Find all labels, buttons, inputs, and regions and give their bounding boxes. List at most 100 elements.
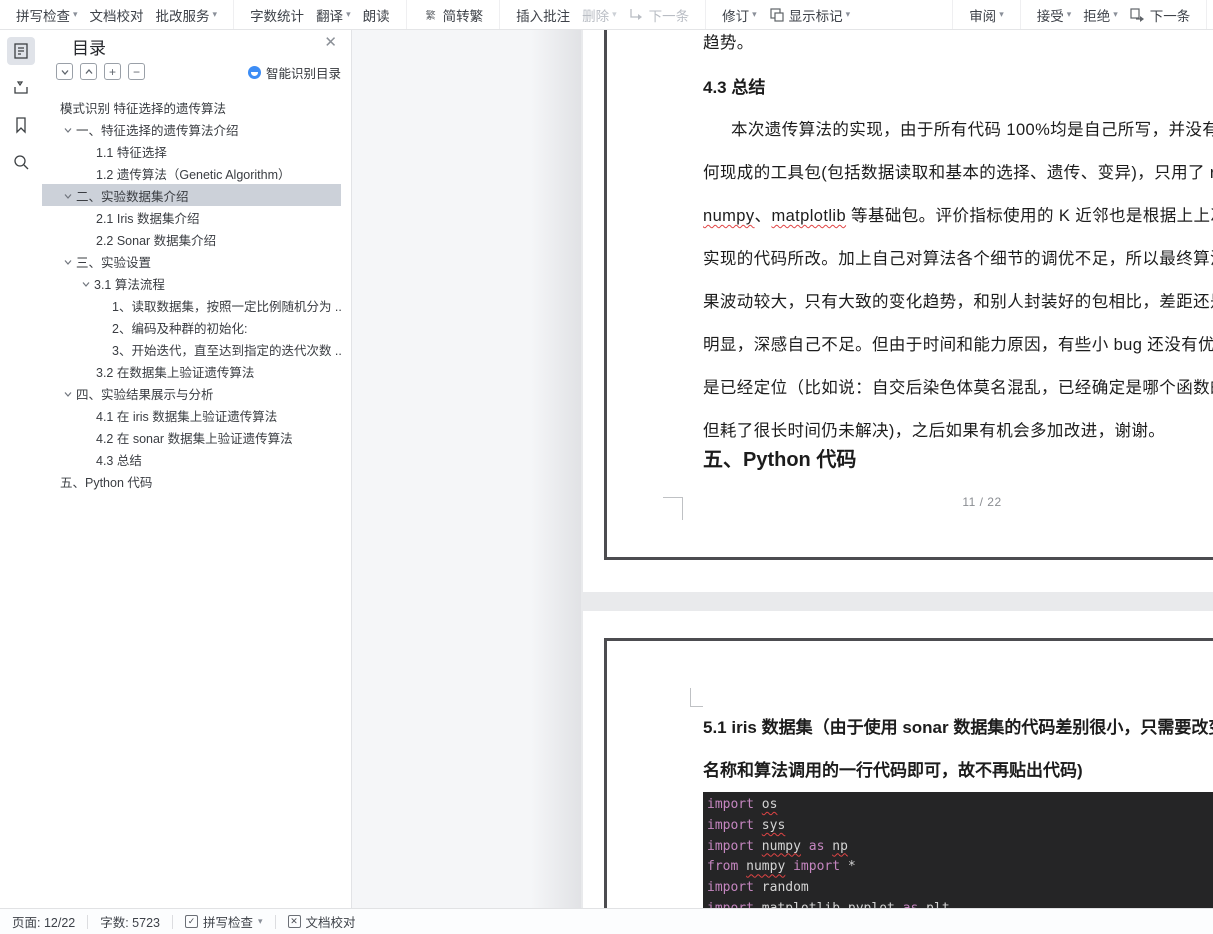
chevron-down-icon: ▾	[258, 916, 263, 926]
toc-item-label: 2.1 Iris 数据集介绍	[96, 211, 200, 226]
heading-line: 5.1 iris 数据集（由于使用 sonar 数据集的代码差别很小，只需要改变	[703, 718, 1213, 737]
chevron-down-icon[interactable]	[60, 255, 76, 267]
toc-item-label: 3.2 在数据集上验证遗传算法	[96, 365, 255, 380]
toc-item-label: 2、编码及种群的初始化:	[112, 321, 248, 336]
review-toolbar: 拼写检查 ▾ 文档校对 批改服务 ▾ 字数统计 翻译 ▾ 朗读繁简转繁 插入批注 删除 ▾ 下一条 修订 ▾…	[0, 0, 1213, 30]
chevron-down-icon[interactable]	[60, 123, 76, 135]
toc-item[interactable]: 4.1 在 iris 数据集上验证遗传算法	[42, 404, 341, 426]
paragraph-line: 明显，深感自己不足。但由于时间和能力原因，有些小 bug 还没有优化	[703, 336, 1213, 354]
sidebar-icon-rail	[0, 30, 42, 908]
spellcheck-toggle[interactable]: ✓ 拼写检查 ▾	[173, 914, 276, 930]
toolbar-group: 接受 ▾ 拒绝 ▾ 下一条	[1021, 0, 1208, 29]
chevron-down-icon: ▾	[346, 9, 351, 19]
toc-item[interactable]: 2.1 Iris 数据集介绍	[42, 206, 341, 228]
zoom-in-button[interactable]: +	[104, 63, 121, 80]
toc-item[interactable]: 二、实验数据集介绍	[42, 184, 341, 206]
code-line: from numpy import *	[707, 859, 856, 875]
toc-item[interactable]: 4.2 在 sonar 数据集上验证遗传算法	[42, 426, 341, 448]
toc-item[interactable]: 2.2 Sonar 数据集介绍	[42, 228, 341, 250]
markup-icon	[769, 7, 785, 23]
toolbar-button[interactable]: 批改服务 ▾	[156, 5, 218, 25]
toc-item-label: 一、特征选择的遗传算法介绍	[76, 123, 239, 138]
toc-panel-icon[interactable]	[7, 37, 35, 65]
proofread-button[interactable]: ✕ 文档校对	[276, 915, 368, 930]
status-bar: 页面: 12/22 字数: 5723 ✓ 拼写检查 ▾ ✕ 文档校对	[0, 908, 1213, 934]
paragraph-line: 趋势。	[703, 34, 754, 52]
toc-item[interactable]: 五、Python 代码	[42, 470, 341, 492]
toc-item[interactable]: 4.3 总结	[42, 448, 341, 470]
toolbar-group: 比较▾	[1207, 0, 1213, 29]
document-view[interactable]: 趋势。 4.3 总结 本次遗传算法的实现，由于所有代码 100%均是自己所写，并…	[352, 30, 1213, 908]
toc-item[interactable]: 一、特征选择的遗传算法介绍	[42, 118, 341, 140]
toolbar-button-label: 翻译	[316, 8, 344, 24]
toc-item-label: 五、Python 代码	[60, 475, 153, 490]
smart-toc-button[interactable]: 智能识别目录	[247, 63, 341, 82]
toolbar-button-label: 拼写检查	[16, 8, 70, 24]
chevron-down-icon[interactable]	[78, 277, 94, 289]
toolbar-button[interactable]: 拒绝 ▾	[1083, 5, 1118, 25]
toc-item-label: 2.2 Sonar 数据集介绍	[96, 233, 217, 248]
toolbar-button[interactable]: 接受 ▾	[1037, 5, 1072, 25]
bookmark-icon[interactable]	[7, 111, 35, 139]
toc-item-label: 1.2 遗传算法（Genetic Algorithm）	[96, 167, 291, 182]
toc-item[interactable]: 1.2 遗传算法（Genetic Algorithm）	[42, 162, 341, 184]
toolbar-group: 插入批注 删除 ▾ 下一条	[500, 0, 707, 29]
toc-item-label: 4.3 总结	[96, 453, 142, 468]
section-heading-5-1: 5.1 iris 数据集（由于使用 sonar 数据集的代码差别很小，只需要改变…	[703, 706, 1213, 792]
toolbar-button[interactable]: 文档校对	[90, 5, 144, 25]
code-line: import numpy as np	[707, 838, 848, 854]
toolbar-button-label: 批改服务	[155, 8, 210, 24]
toolbar-button[interactable]: 繁简转繁	[423, 5, 484, 25]
checkbox-checked-icon: ✓	[185, 915, 198, 928]
paragraph-line: 本次遗传算法的实现，由于所有代码 100%均是自己所写，并没有使	[731, 121, 1213, 139]
heading-line: 名称和算法调用的一行代码即可，故不再贴出代码)	[703, 761, 1083, 780]
toolbar-button[interactable]: 翻译 ▾	[316, 5, 351, 25]
toolbar-group: 修订 ▾ 显示标记 ▾	[706, 0, 954, 29]
toc-item[interactable]: 3.1 算法流程	[42, 272, 341, 294]
chevron-down-icon: ▾	[1066, 9, 1072, 19]
toc-item-label: 4.2 在 sonar 数据集上验证遗传算法	[96, 431, 293, 446]
toc-item[interactable]: 1.1 特征选择	[42, 140, 341, 162]
toolbar-button[interactable]: 朗读	[363, 5, 390, 25]
toc-item-label: 4.1 在 iris 数据集上验证遗传算法	[96, 409, 278, 424]
chevron-down-icon[interactable]	[60, 387, 76, 399]
toc-item[interactable]: 3、开始迭代，直至达到指定的迭代次数 ...	[42, 338, 341, 360]
collapse-button[interactable]	[56, 63, 73, 80]
chevron-down-icon[interactable]	[60, 189, 76, 201]
toolbar-button[interactable]: 修订 ▾	[722, 5, 757, 25]
toolbar-group: 字数统计 翻译 ▾ 朗读	[234, 0, 407, 29]
zoom-out-button[interactable]: −	[128, 63, 145, 80]
toolbar-button[interactable]: 字数统计	[250, 5, 304, 25]
toc-item-label: 3、开始迭代，直至达到指定的迭代次数 ...	[112, 343, 341, 358]
expand-button[interactable]	[80, 63, 97, 80]
toc-toolbar: + −	[56, 63, 152, 80]
annotation-icon[interactable]	[7, 74, 35, 102]
paragraph-line: 实现的代码所改。加上自己对算法各个细节的调优不足，所以最终算法	[703, 250, 1213, 268]
toolbar-button[interactable]: 下一条	[1130, 5, 1191, 25]
document-gutter	[352, 30, 581, 908]
word-count: 字数: 5723	[88, 914, 173, 930]
toc-item[interactable]: 2、编码及种群的初始化:	[42, 316, 341, 338]
checkbox-x-icon: ✕	[287, 915, 301, 928]
toc-item[interactable]: 1、读取数据集，按照一定比例随机分为 ...	[42, 294, 341, 316]
toc-item[interactable]: 3.2 在数据集上验证遗传算法	[42, 360, 341, 382]
toc-item[interactable]: 三、实验设置	[42, 250, 341, 272]
toolbar-button[interactable]: 显示标记 ▾	[769, 5, 850, 25]
toolbar-button[interactable]: 审阅 ▾	[969, 5, 1004, 25]
toolbar-button[interactable]: 拼写检查 ▾	[16, 5, 78, 25]
close-icon[interactable]: ✕	[324, 35, 337, 50]
toc-item[interactable]: 模式识别 特征选择的遗传算法	[42, 96, 341, 118]
chevron-down-icon: ▾	[73, 9, 78, 19]
paragraph-line: 何现成的工具包(包括数据读取和基本的选择、遗传、变异)，只用了 random、	[703, 164, 1213, 182]
chevron-down-icon: ▾	[612, 9, 617, 19]
toolbar-button-label: 插入批注	[516, 8, 571, 24]
toc-item-label: 四、实验结果展示与分析	[76, 387, 214, 402]
toolbar-button-label: 下一条	[1149, 8, 1191, 24]
paragraph-line: 果波动较大，只有大致的变化趋势，和别人封装好的包相比，差距还是	[703, 293, 1213, 311]
toolbar-button[interactable]: 插入批注	[516, 5, 570, 25]
toolbar-button-label: 显示标记	[788, 8, 843, 24]
toolbar-button-label: 修订	[722, 8, 750, 24]
toc-item[interactable]: 四、实验结果展示与分析	[42, 382, 341, 404]
search-icon[interactable]	[7, 148, 35, 176]
code-line: import matplotlib.pyplot as plt	[707, 899, 1213, 908]
